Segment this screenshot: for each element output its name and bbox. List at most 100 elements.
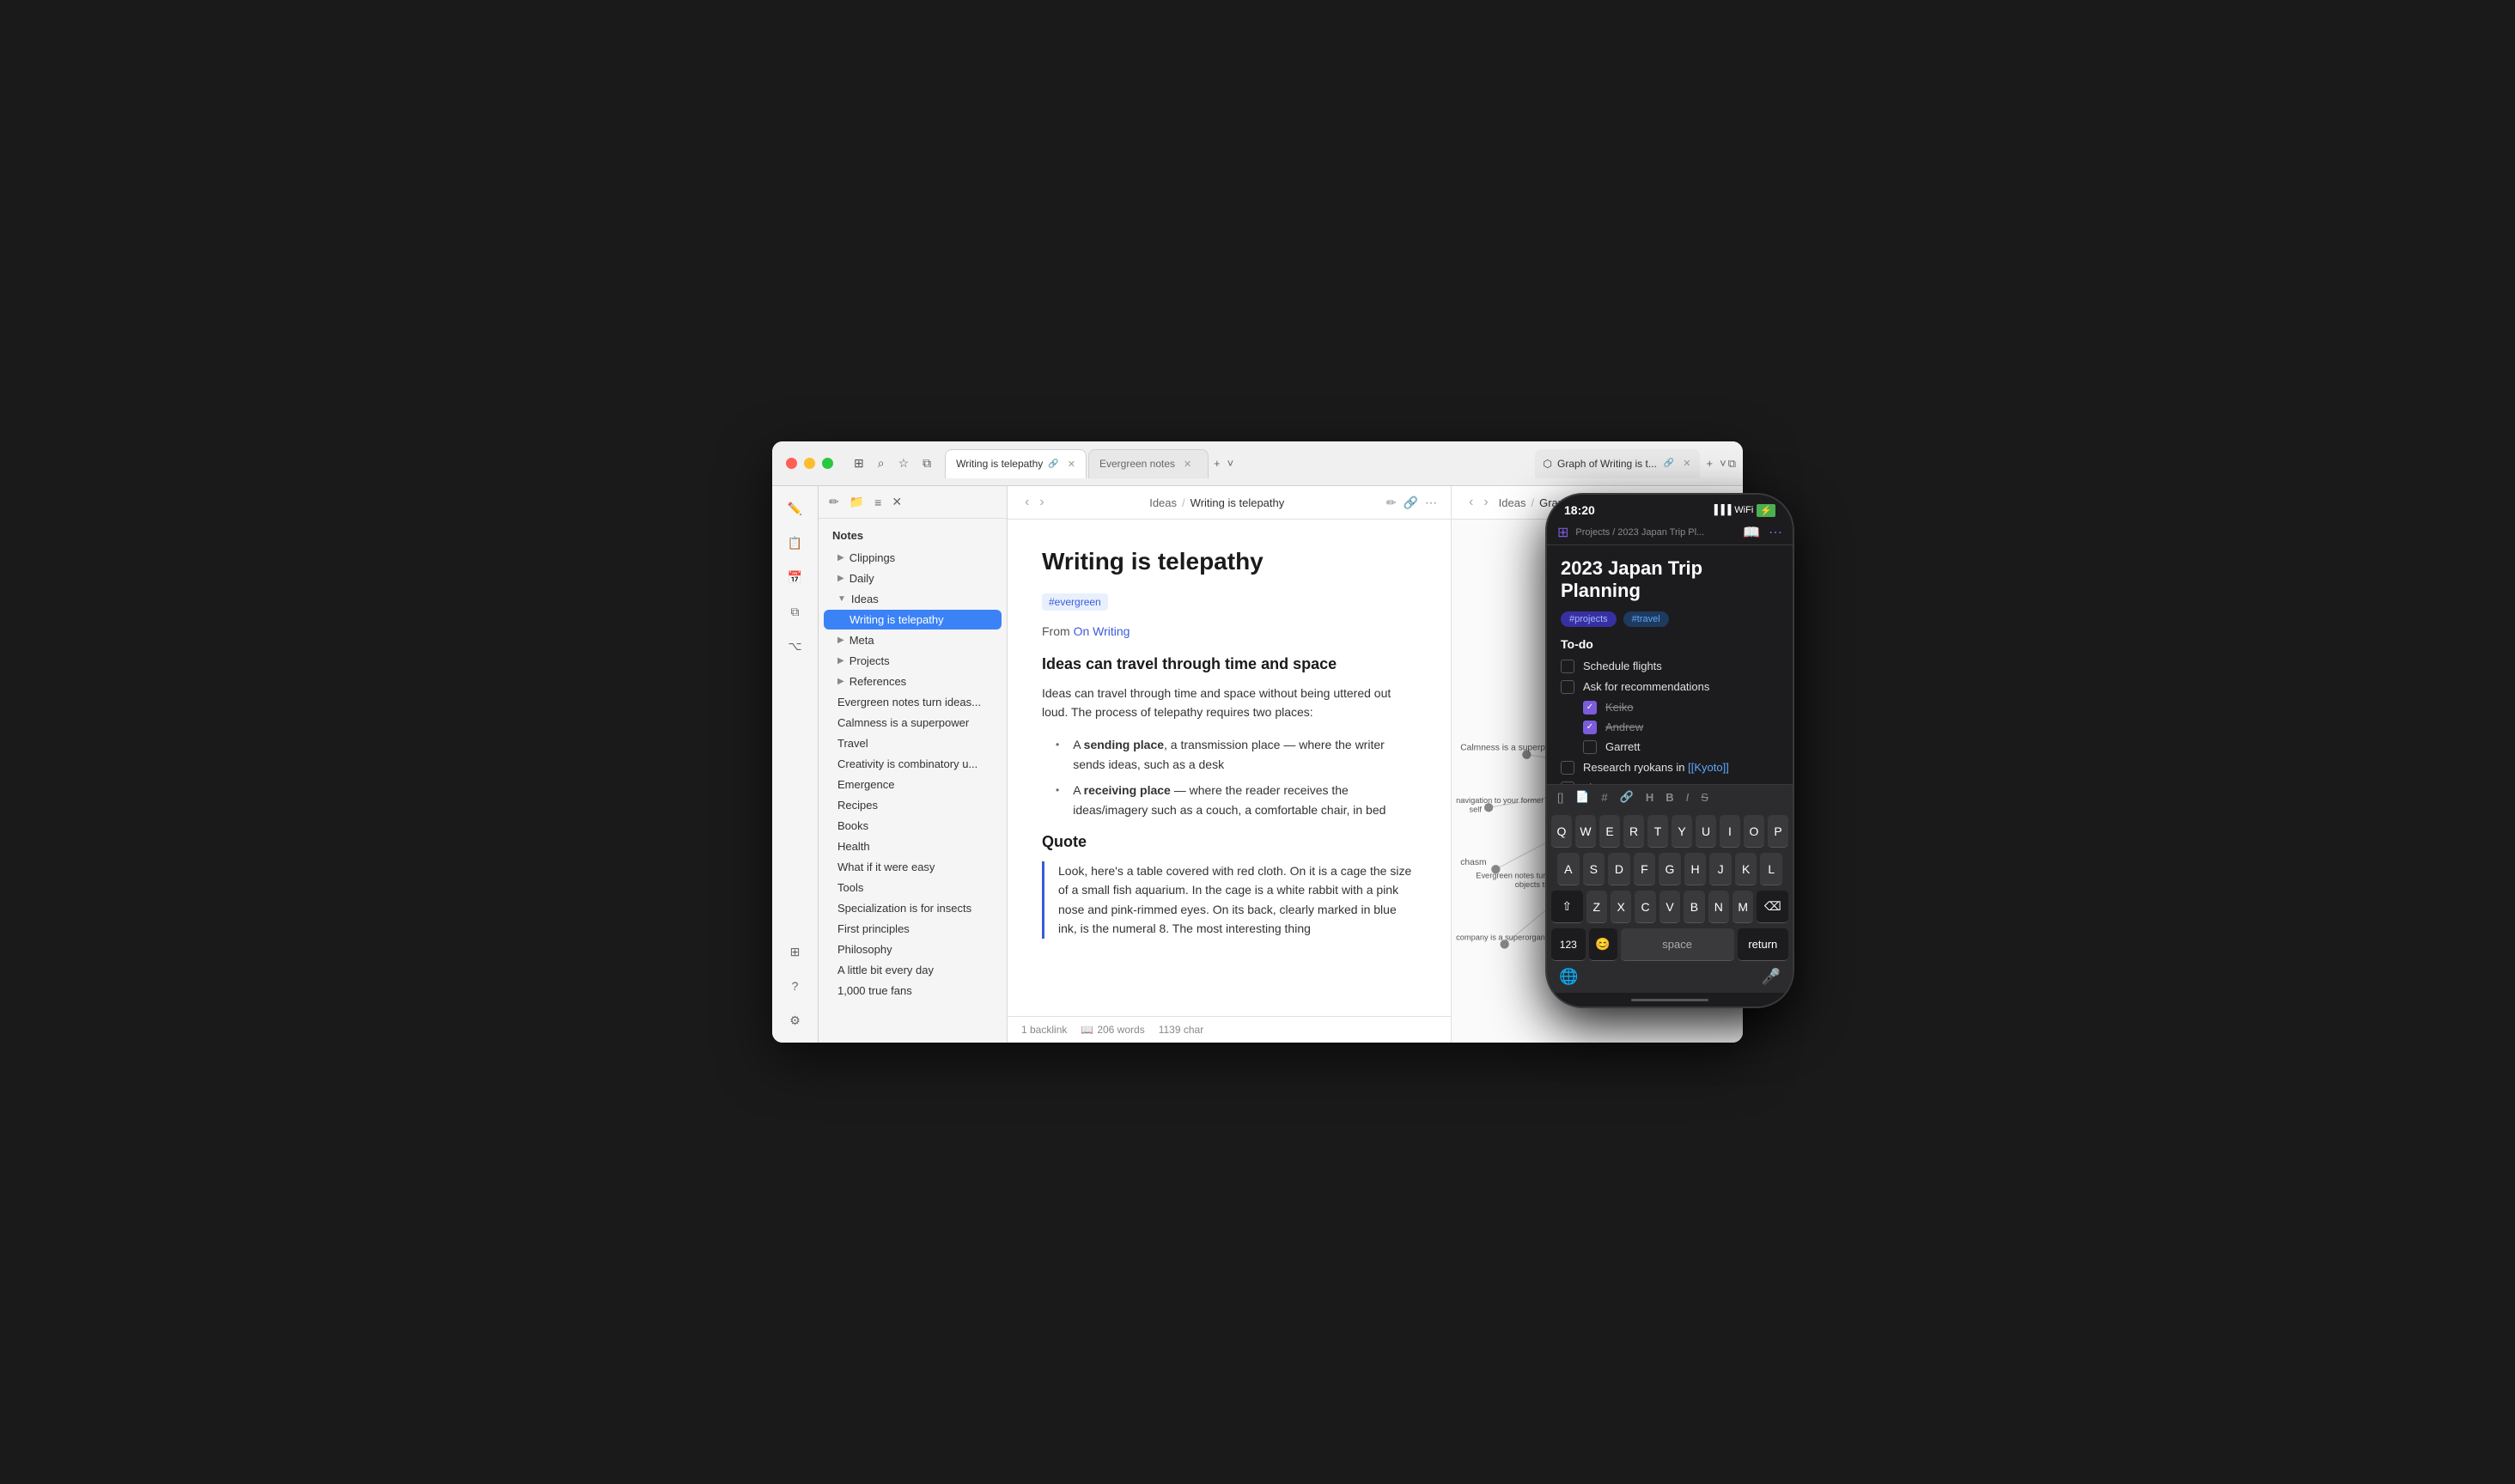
- key-y[interactable]: Y: [1672, 815, 1692, 848]
- checkbox-andrew[interactable]: ✓: [1583, 721, 1597, 734]
- key-j[interactable]: J: [1709, 853, 1732, 885]
- key-k[interactable]: K: [1735, 853, 1757, 885]
- tab-writing-telepathy[interactable]: Writing is telepathy 🔗 ✕: [945, 449, 1087, 478]
- sidebar-item-writing-telepathy[interactable]: Writing is telepathy: [824, 610, 1002, 629]
- sort-icon[interactable]: ≡: [874, 496, 881, 509]
- key-b[interactable]: B: [1684, 891, 1704, 923]
- new-tab-button[interactable]: +: [1214, 457, 1221, 470]
- tab-graph[interactable]: ⬡ Graph of Writing is t... 🔗 ✕: [1535, 449, 1700, 478]
- key-r[interactable]: R: [1623, 815, 1644, 848]
- sidebar-item-travel[interactable]: Travel: [824, 733, 1002, 753]
- key-i[interactable]: I: [1720, 815, 1740, 848]
- key-o[interactable]: O: [1744, 815, 1764, 848]
- folder-new-icon[interactable]: 📁: [849, 495, 864, 509]
- split-view-icon[interactable]: ⧉: [1728, 457, 1736, 471]
- key-h[interactable]: H: [1684, 853, 1707, 885]
- toolbar-link-icon[interactable]: 🔗: [1620, 790, 1634, 804]
- sidebar-item-health[interactable]: Health: [824, 836, 1002, 856]
- key-a[interactable]: A: [1557, 853, 1580, 885]
- key-n[interactable]: N: [1708, 891, 1729, 923]
- tag-travel[interactable]: #travel: [1623, 611, 1669, 627]
- sidebar-item-help[interactable]: ?: [780, 970, 811, 1001]
- sidebar-item-templates[interactable]: ⊞: [780, 936, 811, 967]
- toolbar-strike-icon[interactable]: S: [1701, 791, 1708, 804]
- sidebar-item-little-bit[interactable]: A little bit every day: [824, 960, 1002, 980]
- toolbar-tag-icon[interactable]: #: [1601, 791, 1607, 804]
- sidebar-item-evergreen-ideas[interactable]: Evergreen notes turn ideas...: [824, 692, 1002, 712]
- graph-tab-close[interactable]: ✕: [1683, 458, 1690, 469]
- sidebar-item-projects[interactable]: ▶ Projects: [824, 651, 1002, 671]
- checkbox-recommendations[interactable]: [1561, 680, 1574, 694]
- graph-back-button[interactable]: ‹: [1465, 493, 1477, 512]
- minimize-button[interactable]: [804, 458, 815, 469]
- key-space[interactable]: space: [1621, 928, 1734, 961]
- from-link[interactable]: On Writing: [1074, 624, 1130, 638]
- tab-chevron[interactable]: ˅: [1227, 457, 1234, 470]
- tab-close-button[interactable]: ✕: [1068, 459, 1075, 470]
- sidebar-item-books[interactable]: Books: [824, 816, 1002, 836]
- tab-evergreen-notes[interactable]: Evergreen notes ✕: [1088, 449, 1209, 478]
- close-button[interactable]: [786, 458, 797, 469]
- phone-book-icon[interactable]: 📖: [1743, 524, 1760, 541]
- key-x[interactable]: X: [1611, 891, 1631, 923]
- sidebar-item-first-principles[interactable]: First principles: [824, 919, 1002, 939]
- key-t[interactable]: T: [1647, 815, 1668, 848]
- key-f[interactable]: F: [1634, 853, 1656, 885]
- star-icon[interactable]: ☆: [898, 456, 910, 471]
- toolbar-italic-icon[interactable]: I: [1686, 791, 1690, 804]
- toolbar-h-icon[interactable]: H: [1646, 791, 1653, 804]
- sidebar-item-calendar[interactable]: 📅: [780, 562, 811, 593]
- sidebar-item-calmness[interactable]: Calmness is a superpower: [824, 713, 1002, 733]
- key-d[interactable]: D: [1608, 853, 1630, 885]
- sidebar-item-what-if[interactable]: What if it were easy: [824, 857, 1002, 877]
- sidebar-item-clippings[interactable]: ▶ Clippings: [824, 548, 1002, 568]
- sidebar-item-copy[interactable]: ⧉: [780, 596, 811, 627]
- forward-button[interactable]: ›: [1036, 493, 1047, 512]
- key-q[interactable]: Q: [1551, 815, 1572, 848]
- sidebar-item-references[interactable]: ▶ References: [824, 672, 1002, 691]
- sidebar-item-daily[interactable]: ▶ Daily: [824, 569, 1002, 588]
- sidebar-item-creativity[interactable]: Creativity is combinatory u...: [824, 754, 1002, 774]
- phone-layout-icon[interactable]: ⊞: [1557, 524, 1568, 541]
- phone-more-icon[interactable]: ⋯: [1769, 524, 1782, 541]
- fullscreen-button[interactable]: [822, 458, 833, 469]
- toolbar-file-icon[interactable]: 📄: [1575, 790, 1589, 804]
- sidebar-item-specialization[interactable]: Specialization is for insects: [824, 898, 1002, 918]
- sidebar-item-tags[interactable]: ⌥: [780, 630, 811, 661]
- sidebar-item-tools[interactable]: Tools: [824, 878, 1002, 897]
- sidebar-item-philosophy[interactable]: Philosophy: [824, 940, 1002, 959]
- key-l[interactable]: L: [1760, 853, 1782, 885]
- editor-content[interactable]: Writing is telepathy #evergreen From On …: [1008, 520, 1451, 1016]
- key-globe[interactable]: 🌐: [1559, 968, 1578, 986]
- key-return[interactable]: return: [1738, 928, 1788, 961]
- toolbar-brackets-icon[interactable]: []: [1557, 791, 1563, 804]
- key-s[interactable]: S: [1583, 853, 1605, 885]
- key-c[interactable]: C: [1635, 891, 1655, 923]
- checkbox-keiko[interactable]: ✓: [1583, 701, 1597, 715]
- link-icon[interactable]: 🔗: [1404, 496, 1418, 510]
- graph-forward-button[interactable]: ›: [1480, 493, 1491, 512]
- checkbox-flights[interactable]: [1561, 660, 1574, 673]
- back-button[interactable]: ‹: [1021, 493, 1032, 512]
- toolbar-bold-icon[interactable]: B: [1666, 791, 1673, 804]
- close-sidebar-icon[interactable]: ✕: [892, 495, 902, 509]
- key-e[interactable]: E: [1599, 815, 1620, 848]
- tag-badge[interactable]: #evergreen: [1042, 593, 1108, 611]
- tab-close-button[interactable]: ✕: [1184, 459, 1191, 470]
- checkbox-garrett[interactable]: [1583, 740, 1597, 754]
- key-mic[interactable]: 🎤: [1762, 968, 1781, 986]
- key-m[interactable]: M: [1732, 891, 1753, 923]
- sidebar-item-emergence[interactable]: Emergence: [824, 775, 1002, 794]
- graph-tab-chevron[interactable]: ˅: [1720, 457, 1726, 470]
- sidebar-item-notes[interactable]: 📋: [780, 527, 811, 558]
- edit-icon[interactable]: ✏: [1386, 496, 1397, 510]
- key-z[interactable]: Z: [1586, 891, 1607, 923]
- key-v[interactable]: V: [1659, 891, 1680, 923]
- backlinks-count[interactable]: 1 backlink: [1021, 1024, 1067, 1036]
- search-icon[interactable]: ⌕: [878, 456, 885, 471]
- key-g[interactable]: G: [1659, 853, 1681, 885]
- sidebar-item-settings[interactable]: ⚙: [780, 1005, 811, 1036]
- key-shift[interactable]: ⇧: [1551, 891, 1583, 923]
- sidebar-item-ideas[interactable]: ▼ Ideas: [824, 589, 1002, 609]
- folder-icon[interactable]: ⊞: [854, 456, 864, 471]
